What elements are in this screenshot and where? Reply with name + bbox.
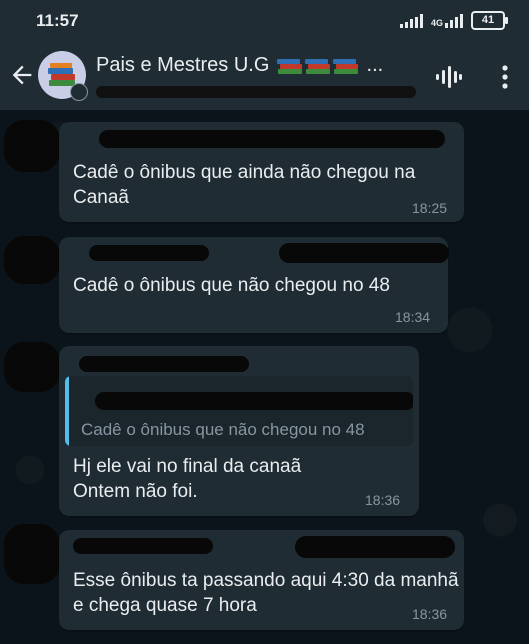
books-emoji-icon <box>276 58 358 74</box>
group-title[interactable]: Pais e Mestres U.G ... <box>96 54 383 77</box>
redacted-avatar <box>4 120 60 172</box>
message-bubble[interactable]: Esse ônibus ta passando aqui 4:30 da man… <box>59 530 464 630</box>
message-time: 18:25 <box>412 200 448 216</box>
redacted-sender-number <box>279 243 449 263</box>
redacted-quoted-sender <box>95 392 413 410</box>
battery-icon: 41 <box>471 11 508 30</box>
redacted-subtitle <box>96 86 416 98</box>
chat-header: Pais e Mestres U.G ... <box>0 44 529 110</box>
community-badge-icon <box>70 83 88 101</box>
status-bar: 11:57 4G 41 <box>0 0 529 44</box>
message-time: 18:36 <box>412 606 448 622</box>
redacted-sender-name <box>99 130 445 148</box>
more-options-icon[interactable] <box>500 64 510 90</box>
redacted-avatar <box>4 236 60 284</box>
signal-icon <box>399 13 423 28</box>
message-bubble[interactable]: Cadê o ônibus que não chegou no 48 Hj el… <box>59 346 419 516</box>
redacted-sender-number <box>295 536 455 558</box>
signal-icon-2 <box>445 13 463 28</box>
message-text: Hj ele vai no final da canaã Ontem não f… <box>73 456 302 502</box>
quoted-message[interactable]: Cadê o ônibus que não chegou no 48 <box>65 376 413 446</box>
redacted-sender-name <box>73 538 213 554</box>
message-text: Cadê o ônibus que ainda não chegou na Ca… <box>73 162 416 208</box>
title-ellipsis: ... <box>366 54 384 76</box>
voice-chat-icon[interactable] <box>434 64 462 90</box>
quoted-text: Cadê o ônibus que não chegou no 48 <box>81 420 365 439</box>
quote-accent-bar <box>65 376 69 446</box>
battery-level: 41 <box>481 14 495 26</box>
redacted-sender-name <box>89 245 209 261</box>
group-name: Pais e Mestres U.G <box>96 54 270 76</box>
message-time: 18:34 <box>395 309 431 325</box>
message-time: 18:36 <box>365 492 401 508</box>
redacted-avatar <box>4 524 60 584</box>
message-text: Cadê o ônibus que não chegou no 48 <box>73 275 390 296</box>
message-text: Esse ônibus ta passando aqui 4:30 da man… <box>73 570 459 616</box>
redacted-avatar <box>4 342 60 392</box>
back-arrow-icon[interactable] <box>8 61 36 89</box>
redacted-sender-name <box>79 356 249 372</box>
status-icons: 4G 41 <box>399 11 508 30</box>
message-bubble[interactable]: Cadê o ônibus que ainda não chegou na Ca… <box>59 122 464 222</box>
message-bubble[interactable]: Cadê o ônibus que não chegou no 48 18:34 <box>59 237 449 333</box>
network-type: 4G <box>430 17 443 28</box>
status-time: 11:57 <box>36 11 79 30</box>
